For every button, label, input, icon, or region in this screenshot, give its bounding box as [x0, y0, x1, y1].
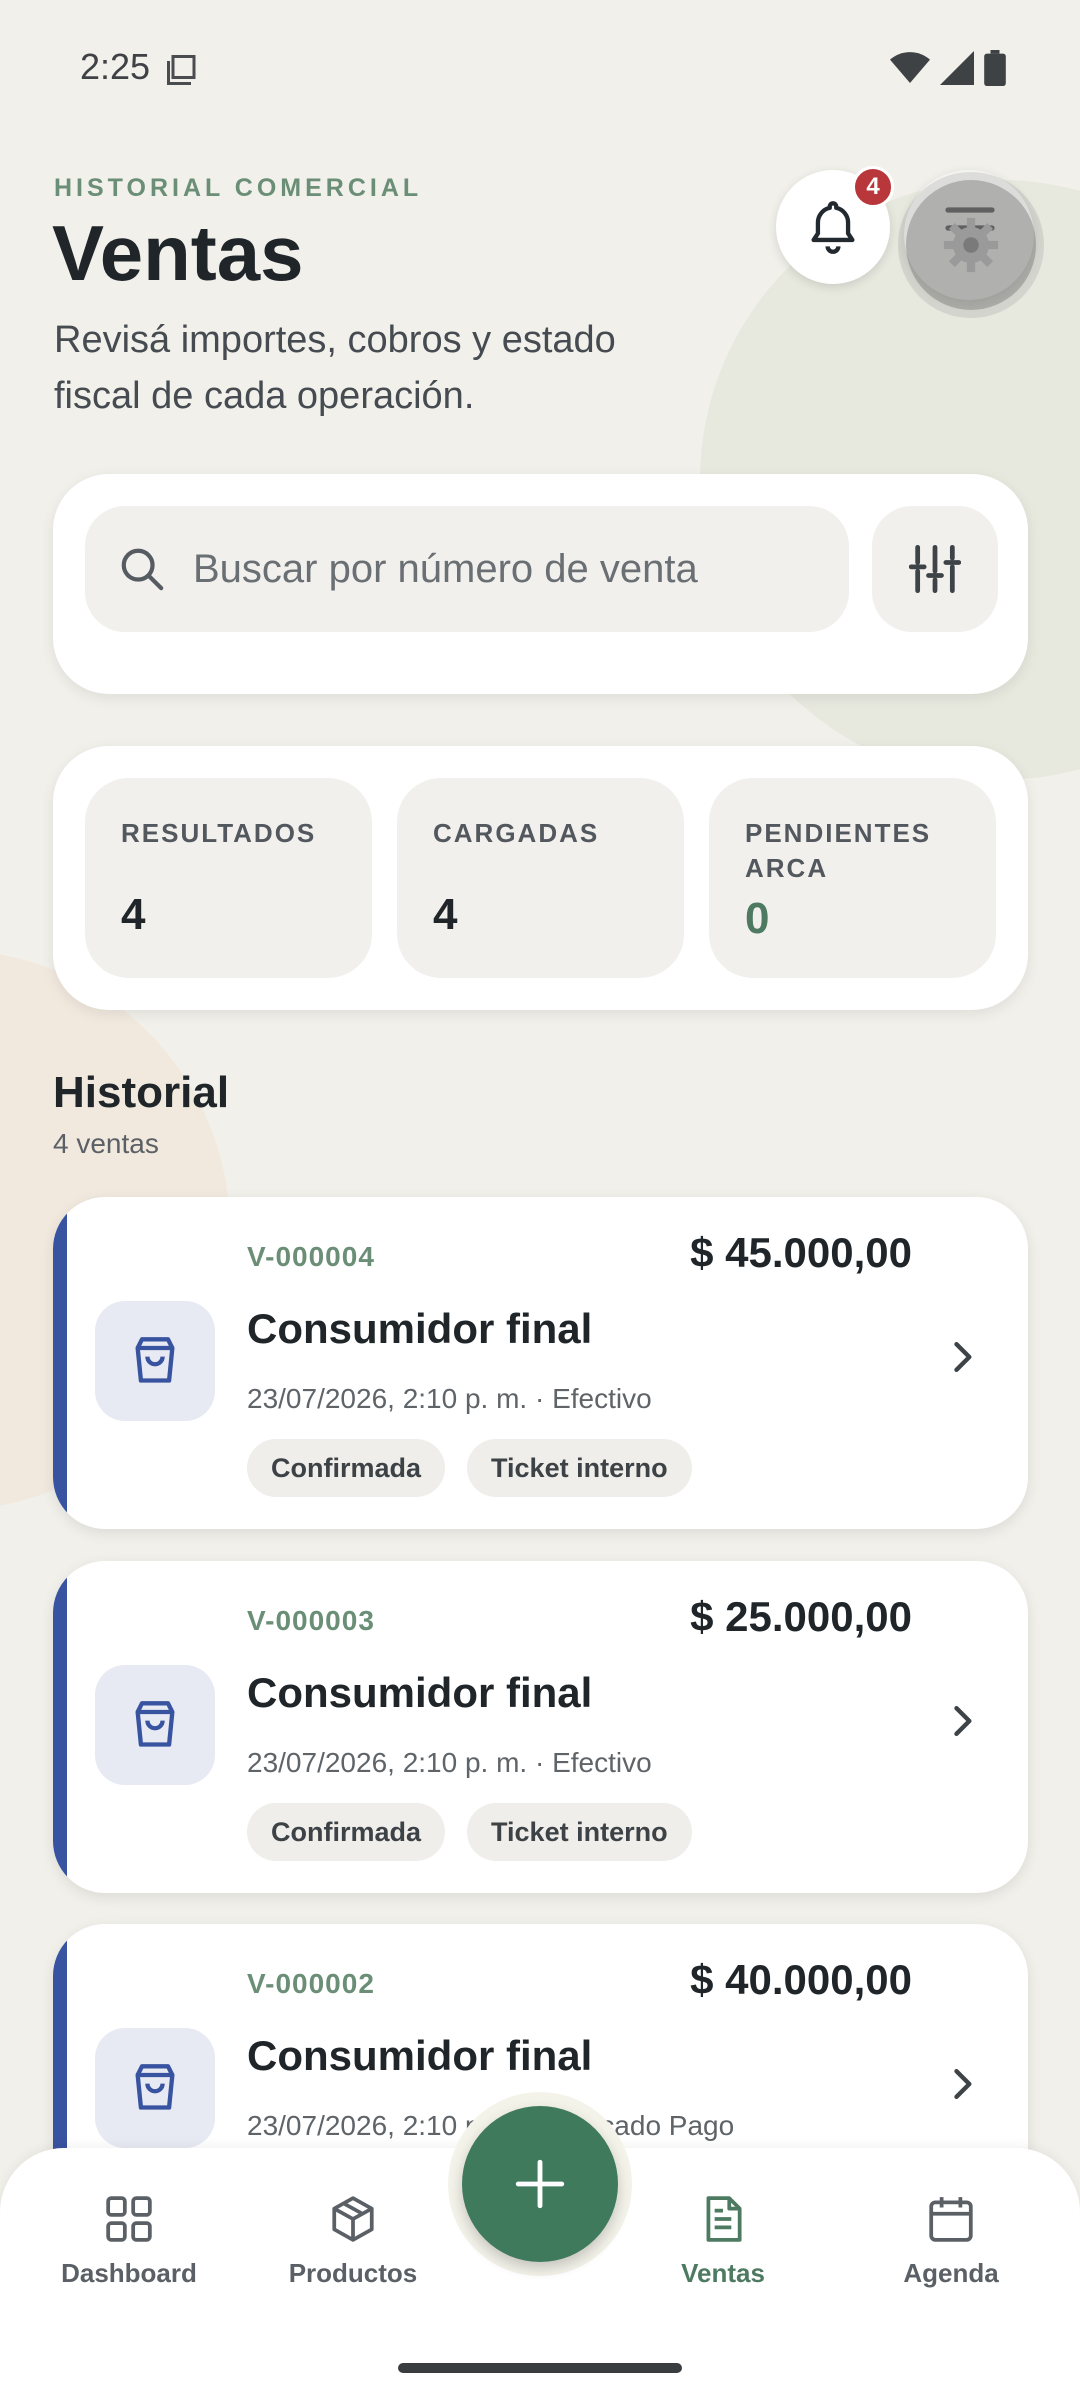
search-box[interactable] [85, 506, 849, 632]
section-title: Historial [53, 1068, 230, 1117]
home-indicator[interactable] [398, 2363, 682, 2373]
notification-badge: 4 [852, 166, 894, 208]
document-chip: Ticket interno [467, 1803, 692, 1861]
grid-icon [106, 2196, 152, 2242]
search-input[interactable] [193, 546, 813, 592]
status-icons [890, 50, 1006, 86]
calendar-icon [929, 2197, 973, 2242]
gear-icon [943, 217, 999, 273]
sale-icon-tile [95, 2028, 215, 2148]
sliders-icon [909, 544, 961, 594]
stat-label: PENDIENTES ARCA [745, 818, 932, 883]
search-card [53, 474, 1028, 694]
screenshot-icon [164, 52, 200, 93]
page-subtitle: Revisá importes, cobros y estado fiscal … [54, 319, 616, 417]
nav-label: Dashboard [61, 2258, 197, 2288]
wifi-icon [890, 52, 930, 83]
sale-meta: 23/07/2026, 2:10 p. m. · Efectivo [247, 1383, 652, 1414]
receipt-icon [706, 2196, 742, 2242]
sale-number: V-000003 [247, 1605, 375, 1636]
stat-pendientes-arca: PENDIENTES ARCA 0 [709, 778, 996, 978]
sale-meta: 23/07/2026, 2:10 p. m. · Efectivo [247, 1747, 652, 1778]
sale-icon-tile [95, 1301, 215, 1421]
chevron-right-icon [954, 1341, 972, 1373]
shopping-bag-icon [135, 1701, 175, 1747]
search-icon [121, 548, 164, 591]
chevron-right-icon [954, 2068, 972, 2100]
bell-icon [811, 201, 855, 254]
card-accent-bar [53, 1197, 67, 1529]
sale-chips: Confirmada Ticket interno [247, 1803, 692, 1861]
screen: 2:25 HISTORIAL COMERCIAL Ventas Revisá i… [0, 0, 1080, 2400]
sale-amount: $ 45.000,00 [690, 1229, 912, 1276]
sale-card[interactable]: V-000004 $ 45.000,00 Consumidor final 23… [53, 1197, 1028, 1529]
page-title: Ventas [52, 209, 304, 297]
card-accent-bar [53, 1561, 67, 1893]
shopping-bag-icon [135, 1337, 175, 1383]
stats-card: RESULTADOS 4 CARGADAS 4 PENDIENTES ARCA … [53, 746, 1028, 1010]
status-bar: 2:25 [0, 0, 1080, 130]
chevron-right-icon [954, 1705, 972, 1737]
new-sale-button[interactable] [462, 2106, 618, 2262]
sale-number: V-000004 [247, 1241, 375, 1272]
nav-label: Productos [288, 2258, 418, 2288]
sale-chips: Confirmada Ticket interno [247, 1439, 692, 1497]
sale-icon-tile [95, 1665, 215, 1785]
battery-icon [984, 50, 1006, 86]
stat-value: 0 [745, 894, 770, 943]
stat-cargadas: CARGADAS 4 [397, 778, 684, 978]
stat-resultados: RESULTADOS 4 [85, 778, 372, 978]
nav-item-dashboard[interactable]: Dashboard [29, 2194, 229, 2289]
box-icon [332, 2196, 374, 2242]
sale-amount: $ 25.000,00 [690, 1593, 912, 1640]
stat-value: 4 [121, 890, 146, 939]
section-count: 4 ventas [53, 1128, 159, 1159]
sale-customer: Consumidor final [247, 2032, 593, 2079]
nav-item-productos[interactable]: Productos [253, 2194, 453, 2289]
signal-icon [940, 51, 974, 85]
nav-item-ventas[interactable]: Ventas [623, 2194, 823, 2289]
status-chip: Confirmada [247, 1439, 446, 1497]
sale-customer: Consumidor final [247, 1669, 593, 1716]
nav-label: Agenda [903, 2258, 999, 2288]
stat-label: RESULTADOS [121, 818, 317, 848]
stat-value: 4 [433, 890, 458, 939]
plus-icon [515, 2159, 565, 2209]
filter-button[interactable] [872, 506, 998, 632]
sale-number: V-000002 [247, 1968, 375, 1999]
nav-label: Ventas [681, 2258, 765, 2288]
sale-customer: Consumidor final [247, 1305, 593, 1352]
page-eyebrow: HISTORIAL COMERCIAL [54, 174, 423, 202]
sale-amount: $ 40.000,00 [690, 1956, 912, 2003]
status-chip: Confirmada [247, 1803, 446, 1861]
stat-label: CARGADAS [433, 818, 600, 848]
gear-overlay [906, 180, 1036, 310]
status-time: 2:25 [80, 46, 151, 87]
shopping-bag-icon [135, 2064, 175, 2110]
nav-item-agenda[interactable]: Agenda [851, 2194, 1051, 2289]
sale-card[interactable]: V-000003 $ 25.000,00 Consumidor final 23… [53, 1561, 1028, 1893]
document-chip: Ticket interno [467, 1439, 692, 1497]
